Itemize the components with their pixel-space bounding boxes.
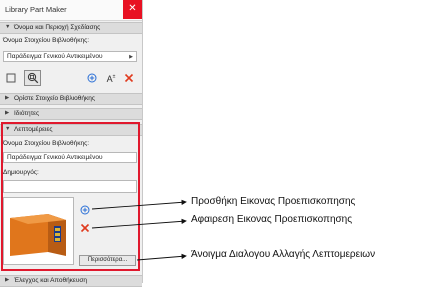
window-title: Library Part Maker xyxy=(5,5,67,14)
callout-arrow-dialog xyxy=(136,253,187,261)
zoom-tool-button[interactable] xyxy=(24,70,41,86)
callout-add-preview: Προσθήκη Εικονας Προεπισκοπησης xyxy=(191,196,356,207)
text-size-icon: A± xyxy=(106,74,116,84)
section-header-name-category[interactable]: ▼ Όνομα και Περιοχή Σχεδίασης xyxy=(0,22,142,34)
delete-button[interactable] xyxy=(122,71,136,85)
close-icon: ✕ xyxy=(128,3,137,14)
add-icon xyxy=(87,73,97,83)
text-size-button[interactable]: A± xyxy=(104,71,118,85)
section-label: Ορίστε Στοιχείο Βιβλιοθήκης xyxy=(14,95,95,102)
expand-arrow-icon: ▶ xyxy=(5,110,10,116)
dropdown-arrow-icon: ▶ xyxy=(129,54,133,60)
name-select-value: Παράδειγμα Γενικού Αντικειμένου xyxy=(7,53,103,60)
rectangle-icon xyxy=(6,73,16,83)
callout-open-dialog: Άνοιγμα Διαλογου Αλλαγής Λεπτομερειων xyxy=(191,249,376,260)
section-header-properties[interactable]: ▶ Ιδιότητες xyxy=(0,108,142,120)
expand-arrow-icon: ▶ xyxy=(5,277,10,283)
details-highlight-box xyxy=(1,122,140,271)
section-label: Όνομα και Περιοχή Σχεδίασης xyxy=(14,24,101,31)
add-button[interactable] xyxy=(85,71,99,85)
title-bar: Library Part Maker ✕ xyxy=(0,0,142,21)
rectangle-tool-button[interactable] xyxy=(4,71,18,85)
section-header-check-save[interactable]: ▶ Έλεγχος και Αποθήκευση xyxy=(0,275,142,287)
zoom-icon xyxy=(27,72,38,84)
callout-remove-preview: Αφαιρεση Εικονας Προεπισκοπησης xyxy=(191,214,353,225)
section-label: Ιδιότητες xyxy=(14,110,40,117)
section-header-define[interactable]: ▶ Ορίστε Στοιχείο Βιβλιοθήκης xyxy=(0,93,142,105)
library-part-name-select[interactable]: Παράδειγμα Γενικού Αντικειμένου ▶ xyxy=(3,51,137,62)
delete-icon xyxy=(124,73,134,83)
close-button[interactable]: ✕ xyxy=(123,0,142,19)
collapse-arrow-icon: ▼ xyxy=(5,24,11,30)
name-field-label: Όνομα Στοιχείου Βιβλιοθήκης: xyxy=(3,37,90,44)
expand-arrow-icon: ▶ xyxy=(5,95,10,101)
